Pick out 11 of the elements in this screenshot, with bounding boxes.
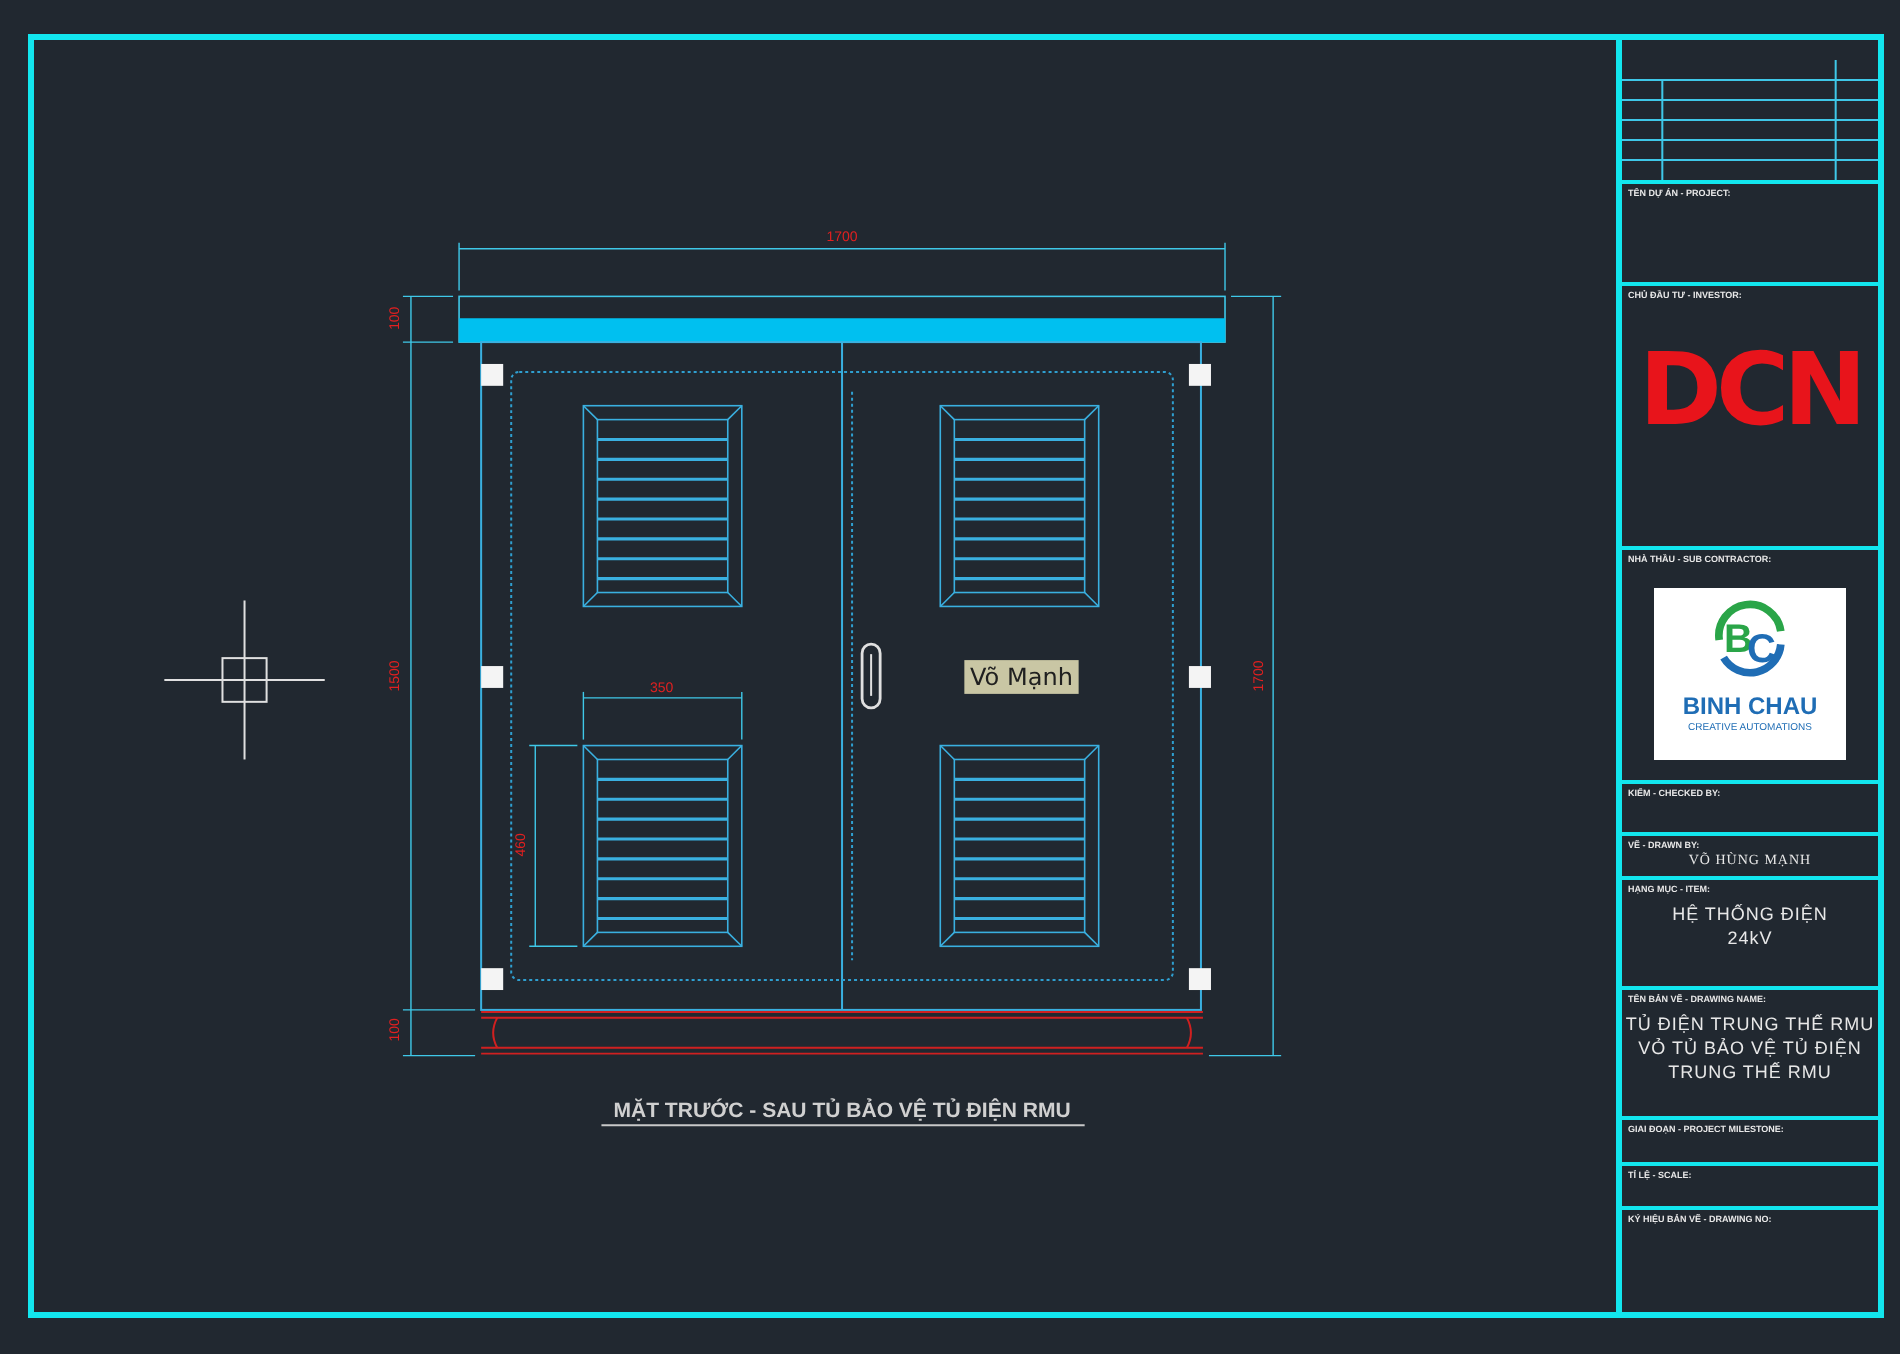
drawing-caption: MẶT TRƯỚC - SAU TỦ BẢO VỆ TỦ ĐIỆN RMU	[613, 1101, 1071, 1124]
company-name: BINH CHAU	[1682, 692, 1818, 720]
crosshair-cursor-icon	[163, 599, 326, 761]
field-value: TỦ ĐIỆN TRUNG THẾ RMU	[1625, 1012, 1875, 1036]
name-tag: Võ Mạnh	[964, 660, 1079, 694]
investor-logo: DCN	[1638, 340, 1862, 440]
field-value: HỆ THỐNG ĐIỆN	[1672, 902, 1828, 926]
field-value: VỎ TỦ BẢO VỆ TỦ ĐIỆN	[1638, 1036, 1862, 1060]
field-value: TRUNG THẾ RMU	[1668, 1060, 1832, 1084]
monogram-logo: BC	[1706, 596, 1794, 684]
field-value: 24kV	[1727, 926, 1773, 950]
